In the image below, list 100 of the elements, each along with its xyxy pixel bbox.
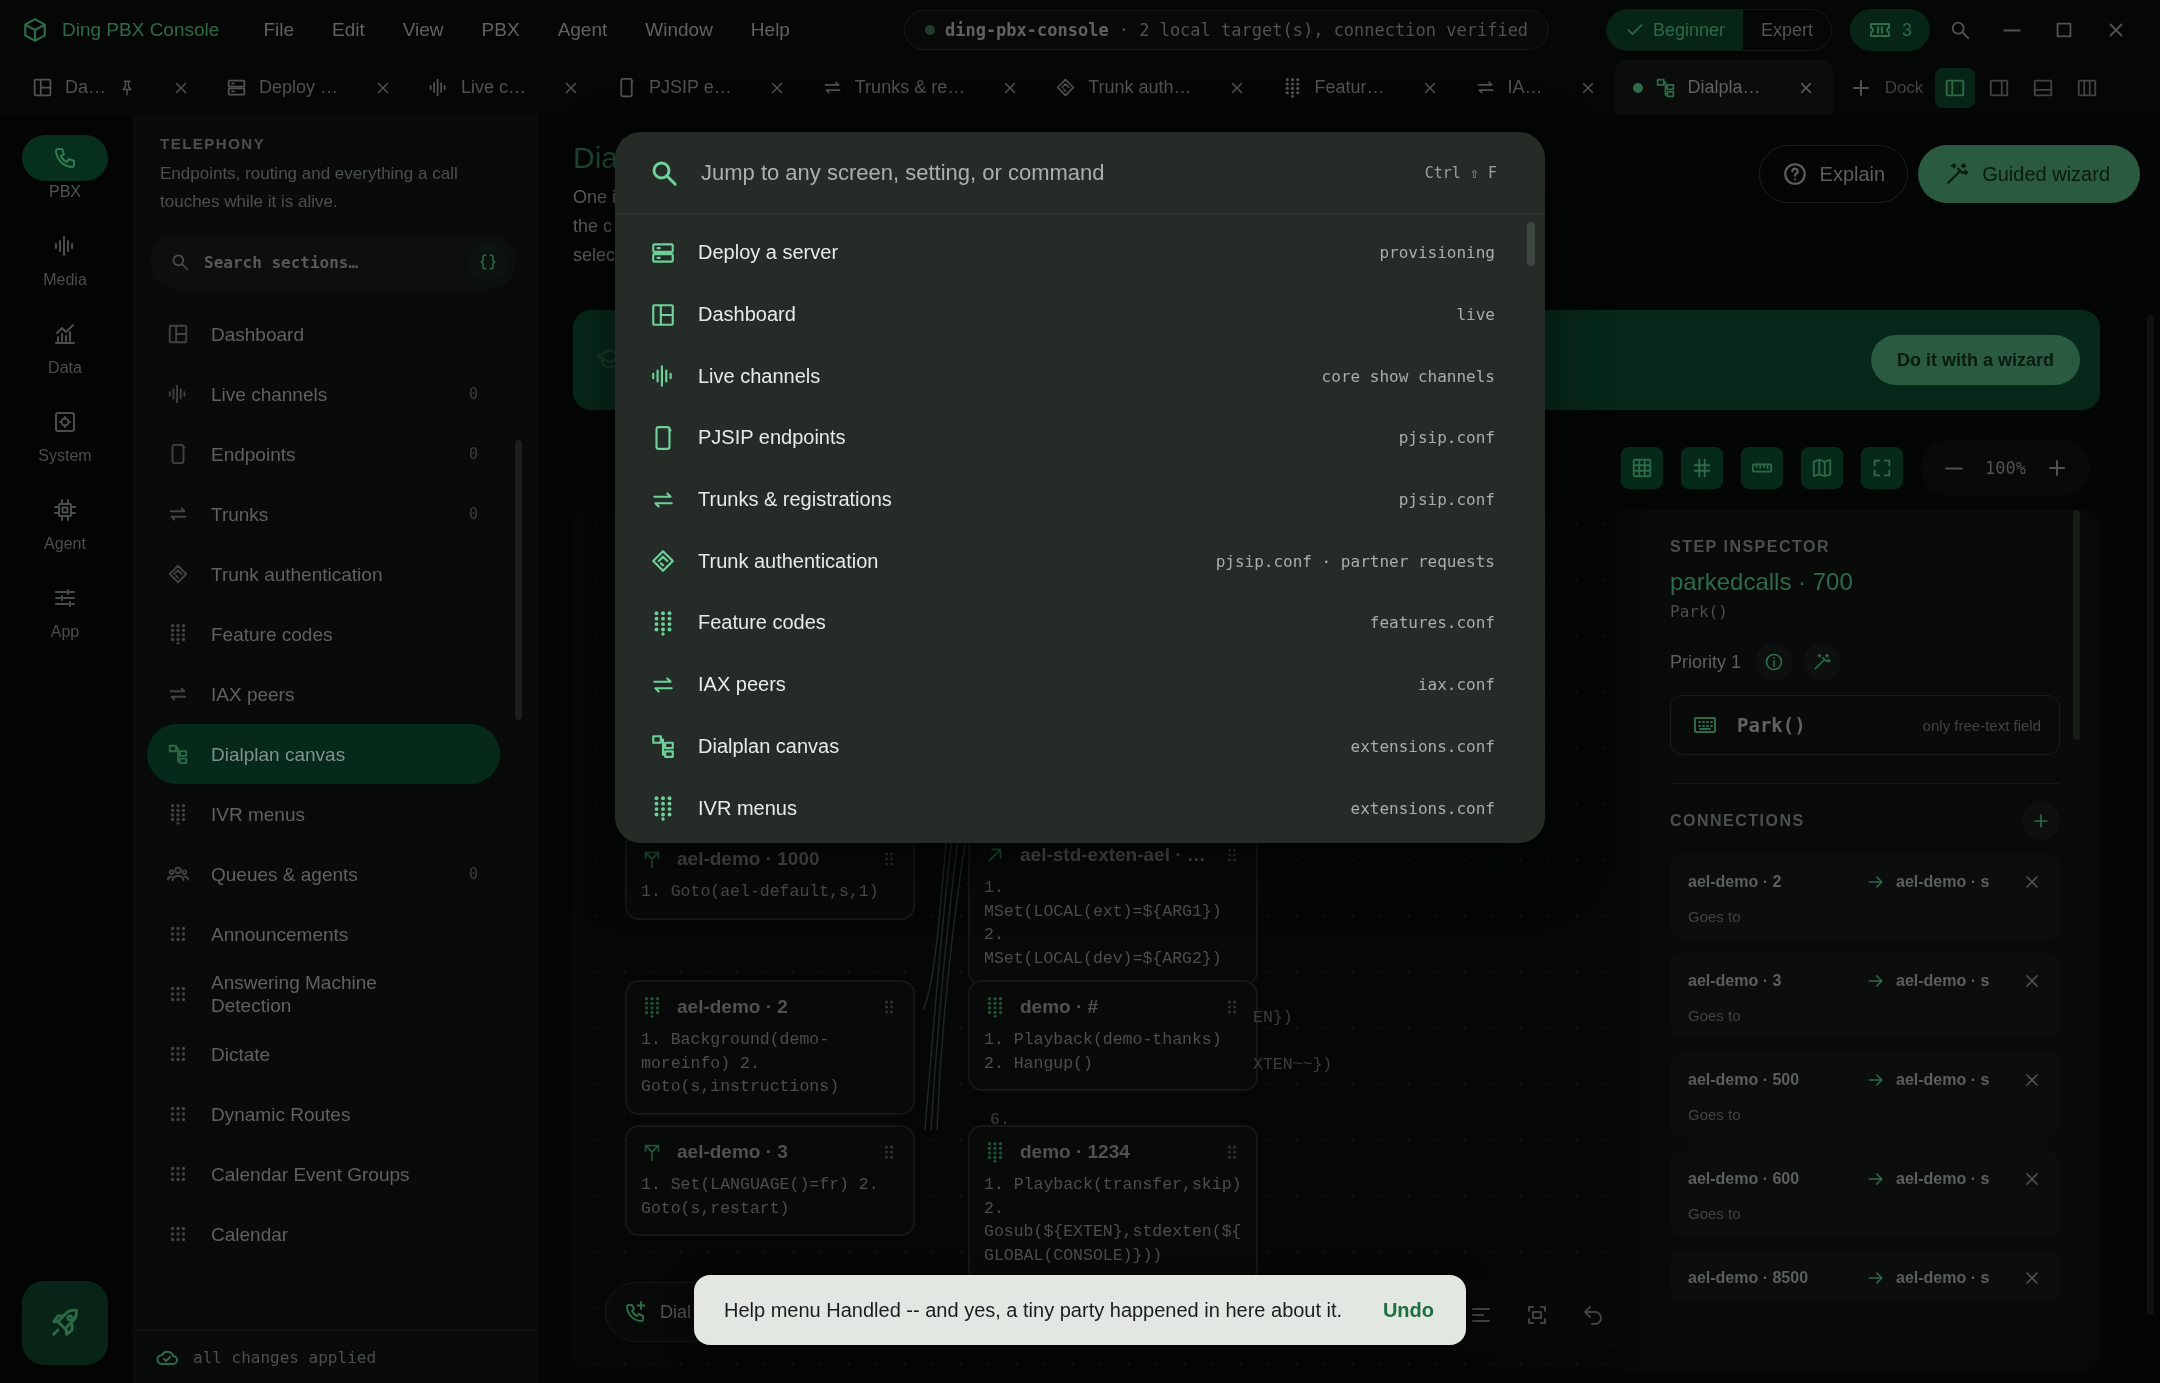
connection-source: ael-demo · 3	[1688, 972, 1783, 990]
grid-icon	[1631, 457, 1654, 479]
menu-item[interactable]: File	[247, 13, 310, 47]
sidebar-item[interactable]: IVR menus	[147, 784, 500, 844]
add-connection-button[interactable]	[2022, 802, 2060, 840]
sidebar-item[interactable]: Calendar Event Groups	[147, 1144, 500, 1204]
menu-item[interactable]: Window	[629, 13, 729, 47]
node-title: ael-demo · 3	[677, 1141, 789, 1163]
scrollbar[interactable]	[1527, 222, 1535, 266]
rail-item[interactable]: Data	[22, 311, 108, 377]
minimize-icon	[1944, 465, 1965, 471]
menu-item[interactable]: PBX	[465, 13, 536, 47]
section-description: Endpoints, routing and everything a call touches while it is alive.	[160, 163, 459, 213]
command-result[interactable]: Dialplan canvas extensions.conf	[615, 715, 1545, 778]
tab[interactable]: Dialpla…	[1614, 60, 1833, 115]
dialplan-node[interactable]: ael-demo · 3 1. Set(LANGUAGE()=fr) 2. Goto(s,restart)	[625, 1125, 915, 1236]
command-result[interactable]: IAX peers iax.conf	[615, 653, 1545, 716]
tab[interactable]: IA…	[1456, 60, 1615, 115]
tab[interactable]: Trunks & re…	[803, 60, 1038, 115]
braces-button[interactable]	[468, 242, 508, 282]
tab[interactable]: PJSIP e…	[598, 60, 804, 115]
step-application: Park()	[1670, 602, 1729, 621]
minimize-icon	[2002, 27, 2022, 33]
wizard-button[interactable]: Guided wizard	[1918, 145, 2140, 203]
command-result[interactable]: Trunks & registrations pjsip.conf	[615, 468, 1545, 531]
command-result[interactable]: Deploy a server provisioning	[615, 222, 1545, 284]
flowchart-icon	[167, 743, 189, 765]
page-title: Dia	[573, 141, 618, 175]
menu-item[interactable]: Agent	[541, 13, 624, 47]
sidebar-item[interactable]: Calendar	[147, 1204, 500, 1264]
help-icon	[1781, 161, 1808, 187]
rail-item[interactable]: Media	[22, 223, 108, 289]
connection-target: ael-demo · s	[1896, 1269, 1991, 1287]
sidebar-item[interactable]: IAX peers	[147, 664, 500, 724]
canvas-tool-button[interactable]	[1861, 447, 1904, 489]
menu-item[interactable]: Edit	[316, 13, 381, 47]
mode-option[interactable]: Beginner	[1606, 10, 1743, 50]
mode-option[interactable]: Expert	[1742, 10, 1831, 50]
sidebar-item[interactable]: Dictate	[147, 1024, 500, 1084]
flowchart-icon	[1654, 77, 1676, 98]
server-icon	[226, 77, 247, 98]
command-result[interactable]: Dashboard live	[615, 283, 1545, 346]
command-search-field[interactable]: Jump to any screen, setting, or command	[701, 159, 1403, 186]
description-line: the c	[573, 215, 614, 238]
rail-item[interactable]: Agent	[22, 487, 108, 553]
command-result[interactable]: Trunk authentication pjsip.conf · partner requests	[615, 530, 1545, 593]
tab[interactable]: Da…	[14, 60, 208, 115]
tab[interactable]: Live c…	[410, 60, 599, 115]
menu-item[interactable]: Help	[734, 13, 806, 47]
connection-target: ael-demo · s	[1896, 972, 1991, 990]
zoom-level: 100%	[1985, 458, 2026, 478]
sidebar-item[interactable]: Feature codes	[147, 604, 500, 664]
sidebar-item[interactable]: Dashboard	[147, 304, 500, 364]
tab[interactable]: Deploy …	[208, 60, 411, 115]
command-result[interactable]: Live channels core show channels	[615, 345, 1545, 408]
magic-wand-icon	[1944, 161, 1971, 187]
node-title: ael-demo · 2	[677, 996, 789, 1018]
canvas-tool-button[interactable]	[1681, 447, 1724, 489]
magic-wand-icon	[1812, 652, 1832, 672]
menu-item[interactable]: View	[386, 13, 460, 47]
input-field[interactable]: Park() only free-text field	[1670, 695, 2060, 755]
ticket-counter[interactable]: 3	[1850, 9, 1930, 51]
sidebar-item[interactable]: Trunk authentication	[147, 544, 500, 604]
sliders-icon	[53, 586, 77, 610]
tab[interactable]: Featur…	[1263, 60, 1457, 115]
canvas-tool-button[interactable]	[1741, 447, 1784, 489]
connections-heading: CONNECTIONS	[1670, 812, 1805, 830]
sidebar-item[interactable]: Answering Machine Detection	[147, 964, 500, 1024]
wizard-button[interactable]	[1803, 643, 1841, 681]
sidebar-item[interactable]: Dialplan canvas	[147, 724, 500, 784]
search-input[interactable]: Search sections…	[204, 252, 454, 272]
info-button[interactable]	[1755, 643, 1793, 681]
map-icon	[1811, 457, 1834, 479]
phone-icon	[53, 146, 77, 170]
wizard-button[interactable]: Do it with a wizard	[1871, 335, 2080, 385]
handshake-icon	[1055, 77, 1077, 98]
dock-layout-button[interactable]	[1935, 67, 1976, 108]
description-line: selec	[573, 244, 617, 267]
canvas-tool-button[interactable]	[1801, 447, 1844, 489]
connection-source: ael-demo · 8500	[1688, 1269, 1810, 1287]
connection-source: ael-demo · 500	[1688, 1071, 1801, 1089]
command-result[interactable]: PJSIP endpoints pjsip.conf	[615, 407, 1545, 469]
sidebar-item[interactable]: Announcements	[147, 904, 500, 964]
node-steps: 1. Goto(ael-default,s,1)	[641, 880, 899, 904]
undo-button[interactable]: Undo	[1372, 1292, 1444, 1328]
node-steps: 1. Background(demo-moreinfo) 2. Goto(s,instructions)	[641, 1028, 899, 1099]
connection-source: ael-demo · 2	[1688, 873, 1783, 891]
rail-item[interactable]: System	[22, 399, 108, 465]
rail-item[interactable]: App	[22, 575, 108, 641]
connection-target: ael-demo · s	[1896, 1170, 1991, 1188]
layout-icon	[650, 301, 676, 328]
canvas-tool-button[interactable]	[1621, 447, 1664, 489]
node-title: demo · 1234	[1020, 1141, 1131, 1163]
command-result[interactable]: Feature codes features.conf	[615, 592, 1545, 654]
sidebar-item[interactable]: Dynamic Routes	[147, 1084, 500, 1144]
host-name: ding-pbx-console	[944, 20, 1109, 40]
tab[interactable]: Trunk auth…	[1037, 60, 1264, 115]
dialplan-node[interactable]: ael-demo · 2 1. Background(demo-moreinfo) 2. Goto(s,instructions)	[625, 980, 915, 1115]
launch-button[interactable]	[22, 1281, 108, 1365]
node-title: demo · #	[1020, 996, 1100, 1018]
